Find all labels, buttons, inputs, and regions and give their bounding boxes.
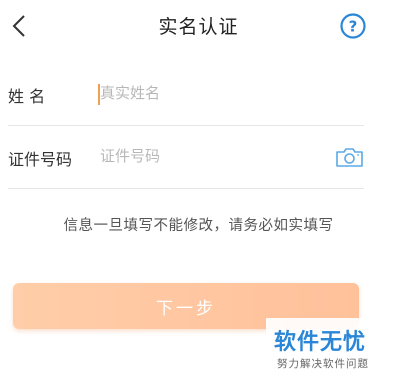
id-number-input[interactable] xyxy=(100,140,320,172)
watermark: 软件无忧 努力解决软件问题 xyxy=(266,318,397,383)
id-number-label: 证件号码 xyxy=(8,150,73,169)
help-symbol: ? xyxy=(349,18,358,36)
watermark-subtitle: 努力解决软件问题 xyxy=(277,358,369,370)
name-input[interactable] xyxy=(100,77,320,109)
camera-icon[interactable] xyxy=(335,146,364,168)
header: 实名认证 ? xyxy=(0,0,397,52)
id-row: 证件号码 xyxy=(8,126,364,189)
watermark-title: 软件无忧 xyxy=(274,330,367,355)
name-label: 姓 名 xyxy=(8,87,46,106)
page-title: 实名认证 xyxy=(158,16,239,38)
name-row: 姓 名 xyxy=(8,63,364,126)
question-circle-icon[interactable]: ? xyxy=(340,13,366,39)
notice-text: 信息一旦填写不能修改，请务必如实填写 xyxy=(63,218,334,234)
